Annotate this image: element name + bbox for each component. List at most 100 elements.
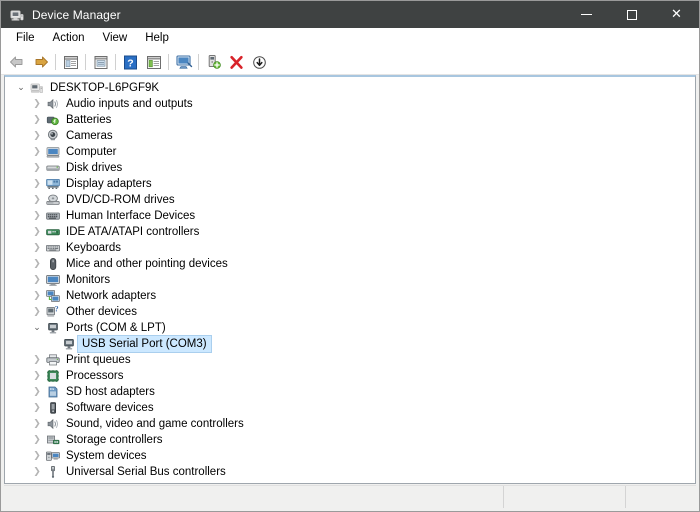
sound-controller-icon xyxy=(45,416,61,432)
tree-node-disk-drives[interactable]: ❯ Disk drives xyxy=(5,160,695,176)
tree-node-label: Ports (COM & LPT) xyxy=(66,322,166,334)
other-devices-icon: ? xyxy=(45,304,61,320)
back-button[interactable] xyxy=(6,51,29,73)
menu-action[interactable]: Action xyxy=(44,30,94,47)
close-button[interactable]: ✕ xyxy=(654,1,699,28)
device-manager-window: Device Manager ✕ File Action View Help ?… xyxy=(0,0,700,512)
menu-view[interactable]: View xyxy=(94,30,137,47)
chevron-right-icon[interactable]: ❯ xyxy=(29,128,45,144)
tree-node-system-devices[interactable]: ❯ System devices xyxy=(5,448,695,464)
usb-controller-icon xyxy=(45,464,61,480)
display-adapter-icon xyxy=(45,176,61,192)
status-bar xyxy=(4,485,696,508)
toolbar-separator-1 xyxy=(55,54,56,70)
tree-node-computer[interactable]: ❯ Computer xyxy=(5,144,695,160)
tree-node-label: Universal Serial Bus controllers xyxy=(66,466,226,478)
tree-node-universal-serial-bus-controllers[interactable]: ❯ Universal Serial Bus controllers xyxy=(5,464,695,480)
chevron-right-icon[interactable]: ❯ xyxy=(29,288,45,304)
tree-node-label: Network adapters xyxy=(66,290,157,302)
tree-node-display-adapters[interactable]: ❯ Display adapters xyxy=(5,176,695,192)
system-device-icon xyxy=(45,448,61,464)
chevron-right-icon[interactable]: ❯ xyxy=(29,432,45,448)
scan-hardware-button[interactable] xyxy=(172,51,195,73)
tree-node-cameras[interactable]: ❯ Cameras xyxy=(5,128,695,144)
chevron-right-icon[interactable]: ❯ xyxy=(29,144,45,160)
chevron-right-icon[interactable]: ❯ xyxy=(29,176,45,192)
disable-device-button[interactable] xyxy=(248,51,271,73)
uninstall-device-button[interactable] xyxy=(225,51,248,73)
chevron-right-icon[interactable]: ❯ xyxy=(29,96,45,112)
tree-node-human-interface-devices[interactable]: ❯ Human Interface Devices xyxy=(5,208,695,224)
tree-node-monitors[interactable]: ❯ Monitors xyxy=(5,272,695,288)
tree-node-processors[interactable]: ❯ Processors xyxy=(5,368,695,384)
help-button[interactable]: ? xyxy=(119,51,142,73)
properties-button[interactable] xyxy=(59,51,82,73)
tree-node-mice-and-other-pointing-devices[interactable]: ❯ Mice and other pointing devices xyxy=(5,256,695,272)
tree-node-label: SD host adapters xyxy=(66,386,155,398)
show-hidden-devices-button[interactable] xyxy=(142,51,165,73)
chevron-right-icon[interactable]: ❯ xyxy=(29,464,45,480)
tree-node-dvd-cd-rom-drives[interactable]: ❯ DVD/CD-ROM drives xyxy=(5,192,695,208)
tree-node-label: Computer xyxy=(66,146,117,158)
tree-node-other-devices[interactable]: ❯ ? Other devices xyxy=(5,304,695,320)
tree-node-print-queues[interactable]: ❯ Print queues xyxy=(5,352,695,368)
tree-node-ide-ata-atapi-controllers[interactable]: ❯ IDE ATA/ATAPI controllers xyxy=(5,224,695,240)
chevron-right-icon[interactable]: ❯ xyxy=(29,160,45,176)
add-legacy-hardware-button[interactable] xyxy=(202,51,225,73)
tree-node-usb-serial-port-com3[interactable]: USB Serial Port (COM3) xyxy=(5,335,695,353)
chevron-right-icon[interactable]: ❯ xyxy=(29,272,45,288)
chevron-down-icon[interactable]: ⌄ xyxy=(13,80,29,96)
tree-node-label: Software devices xyxy=(66,402,154,414)
chevron-right-icon[interactable]: ❯ xyxy=(29,240,45,256)
minimize-button[interactable] xyxy=(564,1,609,28)
port-icon xyxy=(45,320,61,336)
chevron-right-icon[interactable]: ❯ xyxy=(29,224,45,240)
chevron-right-icon[interactable]: ❯ xyxy=(29,256,45,272)
tree-node-label: Display adapters xyxy=(66,178,152,190)
chevron-right-icon[interactable]: ❯ xyxy=(29,352,45,368)
speaker-icon xyxy=(45,96,61,112)
title-bar: Device Manager ✕ xyxy=(1,1,699,28)
tree-node-network-adapters[interactable]: ❯ Network adapters xyxy=(5,288,695,304)
tree-node-storage-controllers[interactable]: ❯ Storage controllers xyxy=(5,432,695,448)
chevron-right-icon[interactable]: ❯ xyxy=(29,304,45,320)
chevron-right-icon[interactable]: ❯ xyxy=(29,112,45,128)
tree-root-row[interactable]: ⌄ DESKTOP-L6PGF9K xyxy=(5,80,695,96)
device-tree-panel[interactable]: ⌄ DESKTOP-L6PGF9K ❯ Audio inputs and out… xyxy=(4,75,696,484)
software-device-icon xyxy=(45,400,61,416)
chevron-right-icon[interactable]: ❯ xyxy=(29,208,45,224)
forward-arrow-icon xyxy=(32,55,49,69)
tree-node-ports-com-and-lpt[interactable]: ⌄ Ports (COM & LPT) xyxy=(5,320,695,336)
chevron-right-icon[interactable]: ❯ xyxy=(29,448,45,464)
chevron-right-icon[interactable]: ❯ xyxy=(29,400,45,416)
chevron-right-icon[interactable]: ❯ xyxy=(29,192,45,208)
tree-node-label: System devices xyxy=(66,450,147,462)
toolbar-separator-3 xyxy=(115,54,116,70)
tree-node-sound-video-and-game-controllers[interactable]: ❯ Sound, video and game controllers xyxy=(5,416,695,432)
tree-node-audio-inputs-and-outputs[interactable]: ❯ Audio inputs and outputs xyxy=(5,96,695,112)
chevron-right-icon[interactable]: ❯ xyxy=(29,384,45,400)
tree-node-label: Other devices xyxy=(66,306,137,318)
menu-file[interactable]: File xyxy=(7,30,44,47)
tree-node-label: Sound, video and game controllers xyxy=(66,418,244,430)
tree-node-label: Human Interface Devices xyxy=(66,210,196,222)
chevron-down-icon[interactable]: ⌄ xyxy=(29,320,45,336)
update-driver-button[interactable] xyxy=(89,51,112,73)
status-pane-secondary xyxy=(504,486,626,508)
forward-button[interactable] xyxy=(29,51,52,73)
device-manager-icon xyxy=(9,7,25,23)
tree-node-label: Audio inputs and outputs xyxy=(66,98,193,110)
tree-node-label: IDE ATA/ATAPI controllers xyxy=(66,226,200,238)
hid-icon xyxy=(45,208,61,224)
chevron-right-icon[interactable]: ❯ xyxy=(29,368,45,384)
scan-monitor-icon xyxy=(175,54,193,70)
menu-help[interactable]: Help xyxy=(136,30,178,47)
tree-node-software-devices[interactable]: ❯ Software devices xyxy=(5,400,695,416)
network-adapter-icon xyxy=(45,288,61,304)
tree-node-batteries[interactable]: ❯ Batteries xyxy=(5,112,695,128)
processor-icon xyxy=(45,368,61,384)
maximize-button[interactable] xyxy=(609,1,654,28)
tree-node-sd-host-adapters[interactable]: ❯ SD host adapters xyxy=(5,384,695,400)
chevron-right-icon[interactable]: ❯ xyxy=(29,416,45,432)
tree-node-keyboards[interactable]: ❯ Keyboards xyxy=(5,240,695,256)
